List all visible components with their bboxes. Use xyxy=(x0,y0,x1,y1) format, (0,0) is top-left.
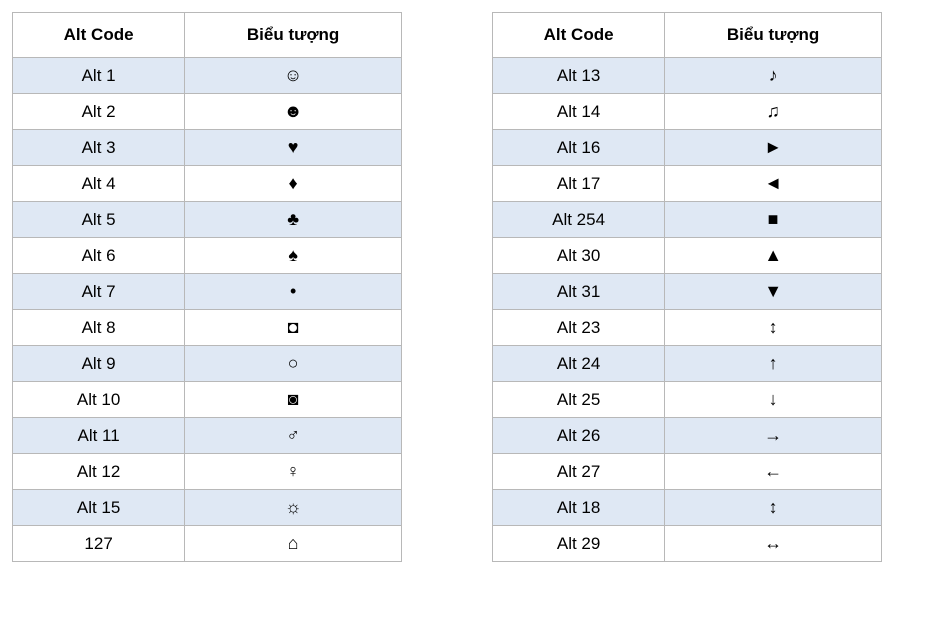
alt-code-cell: Alt 15 xyxy=(13,490,185,526)
table-row: Alt 26→ xyxy=(493,418,882,454)
table-row: Alt 3♥ xyxy=(13,130,402,166)
table-row: Alt 12♀ xyxy=(13,454,402,490)
table-row: Alt 8◘ xyxy=(13,310,402,346)
alt-code-cell: Alt 1 xyxy=(13,58,185,94)
alt-code-cell: Alt 254 xyxy=(493,202,665,238)
alt-code-cell: Alt 23 xyxy=(493,310,665,346)
symbol-cell: ♫ xyxy=(665,94,882,130)
table-row: Alt 9○ xyxy=(13,346,402,382)
symbol-cell: ♀ xyxy=(185,454,402,490)
alt-code-table-right: Alt Code Biểu tượng Alt 13♪Alt 14♫Alt 16… xyxy=(492,12,882,562)
symbol-cell: ↓ xyxy=(665,382,882,418)
alt-code-table-left: Alt Code Biểu tượng Alt 1☺Alt 2☻Alt 3♥Al… xyxy=(12,12,402,562)
alt-code-cell: Alt 8 xyxy=(13,310,185,346)
table-row: Alt 2☻ xyxy=(13,94,402,130)
header-symbol: Biểu tượng xyxy=(185,13,402,58)
symbol-cell: ← xyxy=(665,454,882,490)
right-table-wrapper: Alt Code Biểu tượng Alt 13♪Alt 14♫Alt 16… xyxy=(492,12,882,562)
symbol-cell: ♦ xyxy=(185,166,402,202)
table-row: Alt 24↑ xyxy=(493,346,882,382)
table-row: Alt 14♫ xyxy=(493,94,882,130)
symbol-cell: ⌂ xyxy=(185,526,402,562)
alt-code-cell: Alt 10 xyxy=(13,382,185,418)
alt-code-cell: Alt 14 xyxy=(493,94,665,130)
alt-code-cell: 127 xyxy=(13,526,185,562)
alt-code-cell: Alt 29 xyxy=(493,526,665,562)
symbol-cell: ↕ xyxy=(665,490,882,526)
table-row: Alt 29↔ xyxy=(493,526,882,562)
table-row: Alt 254■ xyxy=(493,202,882,238)
alt-code-cell: Alt 31 xyxy=(493,274,665,310)
alt-code-cell: Alt 30 xyxy=(493,238,665,274)
alt-code-cell: Alt 5 xyxy=(13,202,185,238)
alt-code-cell: Alt 24 xyxy=(493,346,665,382)
table-row: Alt 1☺ xyxy=(13,58,402,94)
table-row: Alt 6♠ xyxy=(13,238,402,274)
table-row: Alt 5♣ xyxy=(13,202,402,238)
table-row: Alt 18↕ xyxy=(493,490,882,526)
table-header-row: Alt Code Biểu tượng xyxy=(13,13,402,58)
header-alt-code: Alt Code xyxy=(13,13,185,58)
alt-code-cell: Alt 9 xyxy=(13,346,185,382)
alt-code-cell: Alt 25 xyxy=(493,382,665,418)
table-header-row: Alt Code Biểu tượng xyxy=(493,13,882,58)
symbol-cell: → xyxy=(665,418,882,454)
alt-code-cell: Alt 26 xyxy=(493,418,665,454)
alt-code-cell: Alt 7 xyxy=(13,274,185,310)
symbol-cell: ☺ xyxy=(185,58,402,94)
symbol-cell: ► xyxy=(665,130,882,166)
left-table-wrapper: Alt Code Biểu tượng Alt 1☺Alt 2☻Alt 3♥Al… xyxy=(12,12,402,562)
symbol-cell: ♣ xyxy=(185,202,402,238)
table-row: Alt 7• xyxy=(13,274,402,310)
symbol-cell: ♥ xyxy=(185,130,402,166)
header-symbol: Biểu tượng xyxy=(665,13,882,58)
table-row: Alt 17◄ xyxy=(493,166,882,202)
symbol-cell: ♂ xyxy=(185,418,402,454)
alt-code-cell: Alt 6 xyxy=(13,238,185,274)
alt-code-cell: Alt 17 xyxy=(493,166,665,202)
symbol-cell: ▼ xyxy=(665,274,882,310)
symbol-cell: ↔ xyxy=(665,526,882,562)
table-row: Alt 15☼ xyxy=(13,490,402,526)
alt-code-cell: Alt 3 xyxy=(13,130,185,166)
alt-code-cell: Alt 4 xyxy=(13,166,185,202)
symbol-cell: ☼ xyxy=(185,490,402,526)
symbol-cell: ▲ xyxy=(665,238,882,274)
symbol-cell: ◙ xyxy=(185,382,402,418)
table-row: Alt 25↓ xyxy=(493,382,882,418)
symbol-cell: ↑ xyxy=(665,346,882,382)
table-row: Alt 13♪ xyxy=(493,58,882,94)
alt-code-cell: Alt 11 xyxy=(13,418,185,454)
symbol-cell: ♪ xyxy=(665,58,882,94)
symbol-cell: ↕ xyxy=(665,310,882,346)
table-row: 127⌂ xyxy=(13,526,402,562)
alt-code-cell: Alt 16 xyxy=(493,130,665,166)
header-alt-code: Alt Code xyxy=(493,13,665,58)
alt-code-cell: Alt 18 xyxy=(493,490,665,526)
alt-code-cell: Alt 2 xyxy=(13,94,185,130)
alt-code-cell: Alt 12 xyxy=(13,454,185,490)
alt-code-cell: Alt 13 xyxy=(493,58,665,94)
table-row: Alt 11♂ xyxy=(13,418,402,454)
table-row: Alt 27← xyxy=(493,454,882,490)
symbol-cell: ■ xyxy=(665,202,882,238)
symbol-cell: ♠ xyxy=(185,238,402,274)
table-row: Alt 10◙ xyxy=(13,382,402,418)
symbol-cell: • xyxy=(185,274,402,310)
symbol-cell: ◘ xyxy=(185,310,402,346)
symbol-cell: ◄ xyxy=(665,166,882,202)
symbol-cell: ☻ xyxy=(185,94,402,130)
alt-code-cell: Alt 27 xyxy=(493,454,665,490)
table-row: Alt 4♦ xyxy=(13,166,402,202)
table-row: Alt 31▼ xyxy=(493,274,882,310)
table-row: Alt 16► xyxy=(493,130,882,166)
table-row: Alt 30▲ xyxy=(493,238,882,274)
table-row: Alt 23↕ xyxy=(493,310,882,346)
symbol-cell: ○ xyxy=(185,346,402,382)
